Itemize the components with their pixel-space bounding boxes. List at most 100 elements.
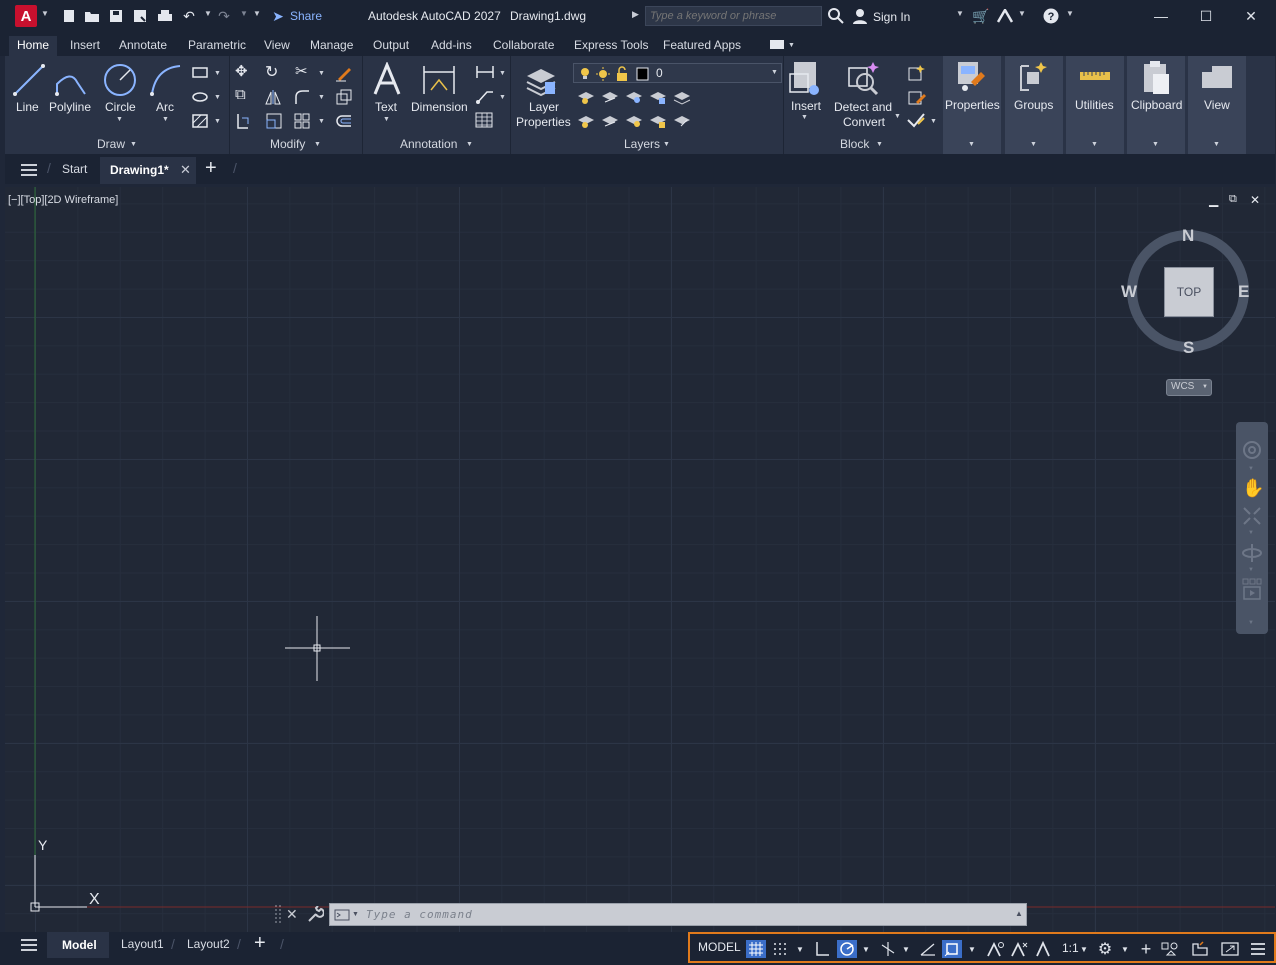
new-layout-plus-icon[interactable]: + (254, 932, 266, 955)
array-copy-icon[interactable] (335, 88, 353, 106)
minimize-window-icon[interactable]: — (1150, 6, 1172, 26)
mirror-icon[interactable] (265, 88, 283, 106)
save-icon[interactable] (107, 7, 125, 25)
polyline-icon[interactable] (53, 64, 89, 100)
isodraft-icon[interactable] (878, 940, 898, 958)
leader-icon[interactable] (475, 88, 495, 104)
command-line-grip-icon[interactable] (273, 904, 283, 924)
clipboard-panel[interactable]: Clipboard ▼ (1127, 56, 1185, 154)
workspace-gear-icon[interactable]: ⚙ (1095, 940, 1115, 958)
draw-panel-title[interactable]: Draw (97, 137, 125, 151)
view-expand-chevron-icon[interactable]: ▼ (1213, 141, 1220, 148)
detect-and-convert-icon[interactable] (845, 60, 881, 98)
stretch-icon[interactable] (235, 112, 253, 130)
move-icon[interactable]: ✥ (235, 62, 248, 80)
sign-in-button[interactable]: Sign In (873, 10, 910, 24)
object-snap-tracking-icon[interactable] (918, 940, 938, 958)
tab-home[interactable]: Home (9, 36, 58, 56)
line-icon[interactable] (11, 62, 47, 98)
object-snap-dropdown-chevron-icon[interactable]: ▼ (968, 945, 976, 954)
layout1-tab[interactable]: Layout1 (121, 937, 164, 951)
linear-dimension-icon[interactable] (475, 64, 495, 80)
navigation-bar-menu-chevron-icon[interactable]: ▼ (1248, 620, 1254, 626)
compass-west-label[interactable]: W (1121, 282, 1137, 302)
array-icon[interactable] (293, 112, 311, 130)
polar-tracking-icon[interactable] (837, 940, 857, 958)
rectangle-icon[interactable] (191, 66, 209, 80)
ribbon-minimize-chevron-icon[interactable]: ▼ (788, 42, 795, 49)
draw-panel-expand-chevron-icon[interactable]: ▼ (130, 141, 137, 148)
close-tab-icon[interactable]: ✕ (180, 162, 191, 178)
arc-icon[interactable] (148, 62, 184, 98)
auto-scale-icon[interactable] (1010, 940, 1030, 958)
share-icon[interactable]: ➤ (269, 7, 287, 25)
block-panel-expand-chevron-icon[interactable]: ▼ (876, 141, 883, 148)
snap-dropdown-chevron-icon[interactable]: ▼ (796, 945, 804, 954)
copy-icon[interactable]: ⧉ (235, 86, 246, 103)
tab-annotate[interactable]: Annotate (111, 36, 175, 56)
offset-icon[interactable] (335, 112, 353, 130)
workspace-dropdown-chevron-icon[interactable]: ▼ (1121, 945, 1129, 954)
annotation-scale-value[interactable]: 1:1 (1062, 941, 1079, 955)
search-expand-chevron-icon[interactable]: ▶ (632, 9, 639, 20)
block-attribute-icon[interactable] (906, 112, 926, 130)
orbit-chevron-icon[interactable]: ▼ (1248, 567, 1254, 573)
close-command-line-icon[interactable]: ✕ (286, 906, 298, 923)
circle-label[interactable]: Circle (105, 100, 136, 114)
annotation-visibility-icon[interactable] (986, 940, 1006, 958)
tab-parametric[interactable]: Parametric (180, 36, 254, 56)
cart-icon[interactable]: 🛒 (972, 7, 990, 25)
tab-insert[interactable]: Insert (62, 36, 108, 56)
view-panel[interactable]: View ▼ (1188, 56, 1246, 154)
utilities-expand-chevron-icon[interactable]: ▼ (1091, 141, 1098, 148)
undo-icon[interactable]: ↶ (180, 7, 198, 25)
properties-panel[interactable]: Properties ▼ (943, 56, 1001, 154)
command-history-chevron-icon[interactable]: ▲ (1015, 909, 1023, 918)
leader-dropdown-chevron-icon[interactable]: ▼ (499, 94, 506, 101)
ellipse-dropdown-chevron-icon[interactable]: ▼ (214, 94, 221, 101)
utilities-panel[interactable]: Utilities ▼ (1066, 56, 1124, 154)
insert-dropdown-chevron-icon[interactable]: ▼ (801, 114, 808, 121)
model-tab[interactable]: Model (47, 932, 109, 958)
block-panel-title[interactable]: Block (840, 137, 869, 151)
annotation-panel-title[interactable]: Annotation (400, 137, 457, 151)
layer-properties-label-1[interactable]: Layer (529, 100, 559, 114)
dimension-label[interactable]: Dimension (411, 100, 468, 114)
circle-icon[interactable] (102, 62, 138, 98)
customize-toolbar-chevron-icon[interactable]: ▼ (253, 9, 261, 18)
viewport-restore-icon[interactable]: ⧉ (1229, 193, 1237, 206)
redo-icon[interactable]: ↷ (215, 7, 233, 25)
dimension-dropdown-chevron-icon[interactable]: ▼ (499, 70, 506, 77)
recent-commands-chevron-icon[interactable]: ▼ (352, 911, 359, 918)
command-input[interactable]: Type a command (366, 908, 473, 921)
annotation-monitor-plus-icon[interactable]: + (1136, 939, 1156, 959)
table-icon[interactable] (475, 112, 493, 128)
tab-collaborate[interactable]: Collaborate (485, 36, 562, 56)
rotate-icon[interactable]: ↻ (265, 62, 278, 82)
command-line[interactable]: ▼ Type a command ▲ (329, 903, 1027, 926)
hatch-dropdown-chevron-icon[interactable]: ▼ (214, 118, 221, 125)
maximize-window-icon[interactable]: ☐ (1195, 6, 1217, 26)
arc-label[interactable]: Arc (156, 100, 174, 114)
arc-dropdown-chevron-icon[interactable]: ▼ (162, 116, 169, 123)
layers-panel-title[interactable]: Layers (624, 137, 660, 151)
redo-dropdown-chevron-icon[interactable]: ▼ (240, 9, 248, 18)
erase-icon[interactable] (335, 64, 353, 82)
layer-dropdown-chevron-icon[interactable]: ▼ (771, 69, 778, 76)
insert-label[interactable]: Insert (791, 99, 821, 113)
isodraft-dropdown-chevron-icon[interactable]: ▼ (902, 945, 910, 954)
tab-add-ins[interactable]: Add-ins (423, 36, 480, 56)
model-space-button[interactable]: MODEL (698, 940, 741, 954)
scale-dropdown-chevron-icon[interactable]: ▼ (1080, 945, 1088, 954)
app-menu-chevron-icon[interactable]: ▼ (41, 9, 49, 18)
dimension-icon[interactable] (421, 62, 457, 98)
ribbon-minimize-icon[interactable] (770, 40, 784, 49)
sign-in-dropdown-chevron-icon[interactable]: ▼ (956, 9, 964, 18)
array-dropdown-chevron-icon[interactable]: ▼ (318, 118, 325, 125)
circle-dropdown-chevron-icon[interactable]: ▼ (116, 116, 123, 123)
insert-block-icon[interactable] (788, 60, 824, 98)
groups-expand-chevron-icon[interactable]: ▼ (1030, 141, 1037, 148)
customize-wrench-icon[interactable] (306, 906, 324, 924)
tab-manage[interactable]: Manage (302, 36, 361, 56)
create-block-icon[interactable] (906, 64, 926, 82)
